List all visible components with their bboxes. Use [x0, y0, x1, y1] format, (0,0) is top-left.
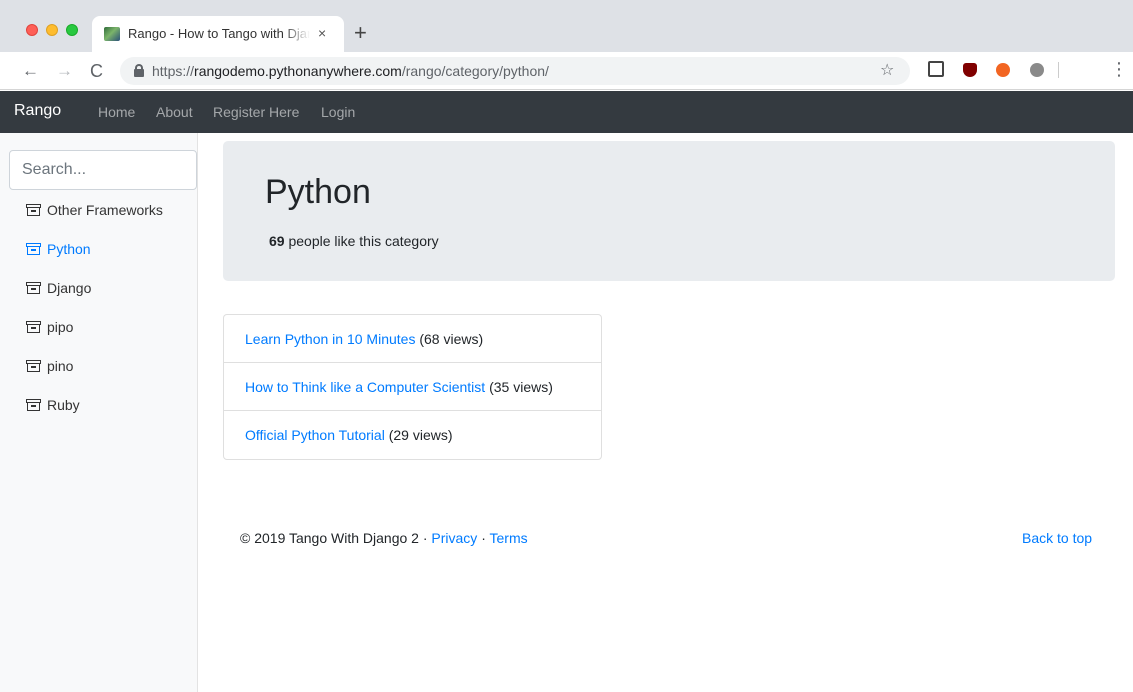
- extension-gray-icon[interactable]: [1030, 63, 1044, 77]
- sidebar-item-ruby[interactable]: Ruby: [26, 397, 80, 413]
- new-tab-button[interactable]: +: [354, 22, 367, 44]
- privacy-link[interactable]: Privacy: [431, 530, 477, 546]
- list-item: Learn Python in 10 Minutes (68 views): [224, 315, 601, 363]
- page-link[interactable]: Learn Python in 10 Minutes: [245, 331, 415, 347]
- pages-list: Learn Python in 10 Minutes (68 views) Ho…: [223, 314, 602, 460]
- nav-link-home[interactable]: Home: [98, 104, 135, 120]
- site-navbar: Rango Home About Register Here Login: [0, 91, 1133, 133]
- ublock-icon[interactable]: [963, 63, 977, 77]
- toolbar-divider: [1058, 62, 1059, 78]
- sidebar-item-label: Other Frameworks: [47, 202, 163, 218]
- sidebar-item-pipo[interactable]: pipo: [26, 319, 73, 335]
- url-text[interactable]: https://rangodemo.pythonanywhere.com/ran…: [152, 63, 549, 79]
- page-views: (29 views): [388, 427, 453, 443]
- archive-box-icon: [26, 399, 41, 411]
- back-to-top-link[interactable]: Back to top: [1022, 530, 1092, 546]
- list-item: Official Python Tutorial (29 views): [224, 411, 601, 459]
- likes-count: 69: [269, 233, 285, 249]
- archive-box-icon: [26, 204, 41, 216]
- sidebar-item-django[interactable]: Django: [26, 280, 91, 296]
- sidebar-item-pino[interactable]: pino: [26, 358, 73, 374]
- brand-link[interactable]: Rango: [14, 102, 61, 120]
- archive-box-icon: [26, 243, 41, 255]
- bookmark-star-icon[interactable]: ☆: [880, 60, 894, 80]
- nav-link-about[interactable]: About: [156, 104, 193, 120]
- sidebar-item-label: Python: [47, 241, 91, 257]
- page-views: (35 views): [489, 379, 553, 395]
- minimize-window-button[interactable]: [46, 24, 58, 36]
- archive-box-icon: [26, 321, 41, 333]
- search-input[interactable]: [9, 150, 197, 190]
- browser-tab-active[interactable]: Rango - How to Tango with Django ×: [92, 16, 344, 52]
- category-sidebar: Other Frameworks Python Django pipo pino…: [0, 133, 198, 692]
- page-title: Python: [265, 173, 371, 211]
- sidebar-item-label: pipo: [47, 319, 74, 335]
- sidebar-item-other-frameworks[interactable]: Other Frameworks: [26, 202, 163, 218]
- sidebar-item-python[interactable]: Python: [26, 241, 91, 257]
- maximize-window-button[interactable]: [66, 24, 78, 36]
- archive-box-icon: [26, 282, 41, 294]
- browser-tab-bar: Rango - How to Tango with Django × +: [0, 0, 1133, 52]
- sidebar-item-label: Ruby: [47, 397, 80, 413]
- menu-dots-icon[interactable]: ⋮: [1110, 60, 1128, 78]
- address-bar[interactable]: https://rangodemo.pythonanywhere.com/ran…: [120, 57, 910, 85]
- sidebar-item-label: Django: [47, 280, 92, 296]
- tab-title: Rango - How to Tango with Django: [128, 26, 310, 41]
- site-favicon-icon: [104, 27, 120, 41]
- forward-button[interactable]: →: [56, 61, 73, 81]
- page-views: (68 views): [419, 331, 484, 347]
- nav-link-login[interactable]: Login: [321, 104, 355, 120]
- category-header: Python 69 people like this category: [223, 141, 1115, 281]
- terms-link[interactable]: Terms: [490, 530, 528, 546]
- close-window-button[interactable]: [26, 24, 38, 36]
- sidebar-item-label: pino: [47, 358, 74, 374]
- page-footer: © 2019 Tango With Django 2 · Privacy · T…: [240, 530, 528, 546]
- page-link[interactable]: How to Think like a Computer Scientist: [245, 379, 485, 395]
- lock-icon: [134, 64, 144, 77]
- tab-close-icon[interactable]: ×: [318, 25, 326, 41]
- screen-capture-icon[interactable]: [928, 61, 944, 77]
- extension-orange-icon[interactable]: [996, 63, 1010, 77]
- nav-link-register[interactable]: Register Here: [213, 104, 299, 120]
- likes-text: 69 people like this category: [269, 233, 439, 249]
- reload-button[interactable]: C: [90, 61, 103, 81]
- list-item: How to Think like a Computer Scientist (…: [224, 363, 601, 411]
- page-link[interactable]: Official Python Tutorial: [245, 427, 385, 443]
- back-button[interactable]: ←: [22, 61, 39, 81]
- archive-box-icon: [26, 360, 41, 372]
- copyright-text: © 2019 Tango With Django 2 ·: [240, 530, 432, 546]
